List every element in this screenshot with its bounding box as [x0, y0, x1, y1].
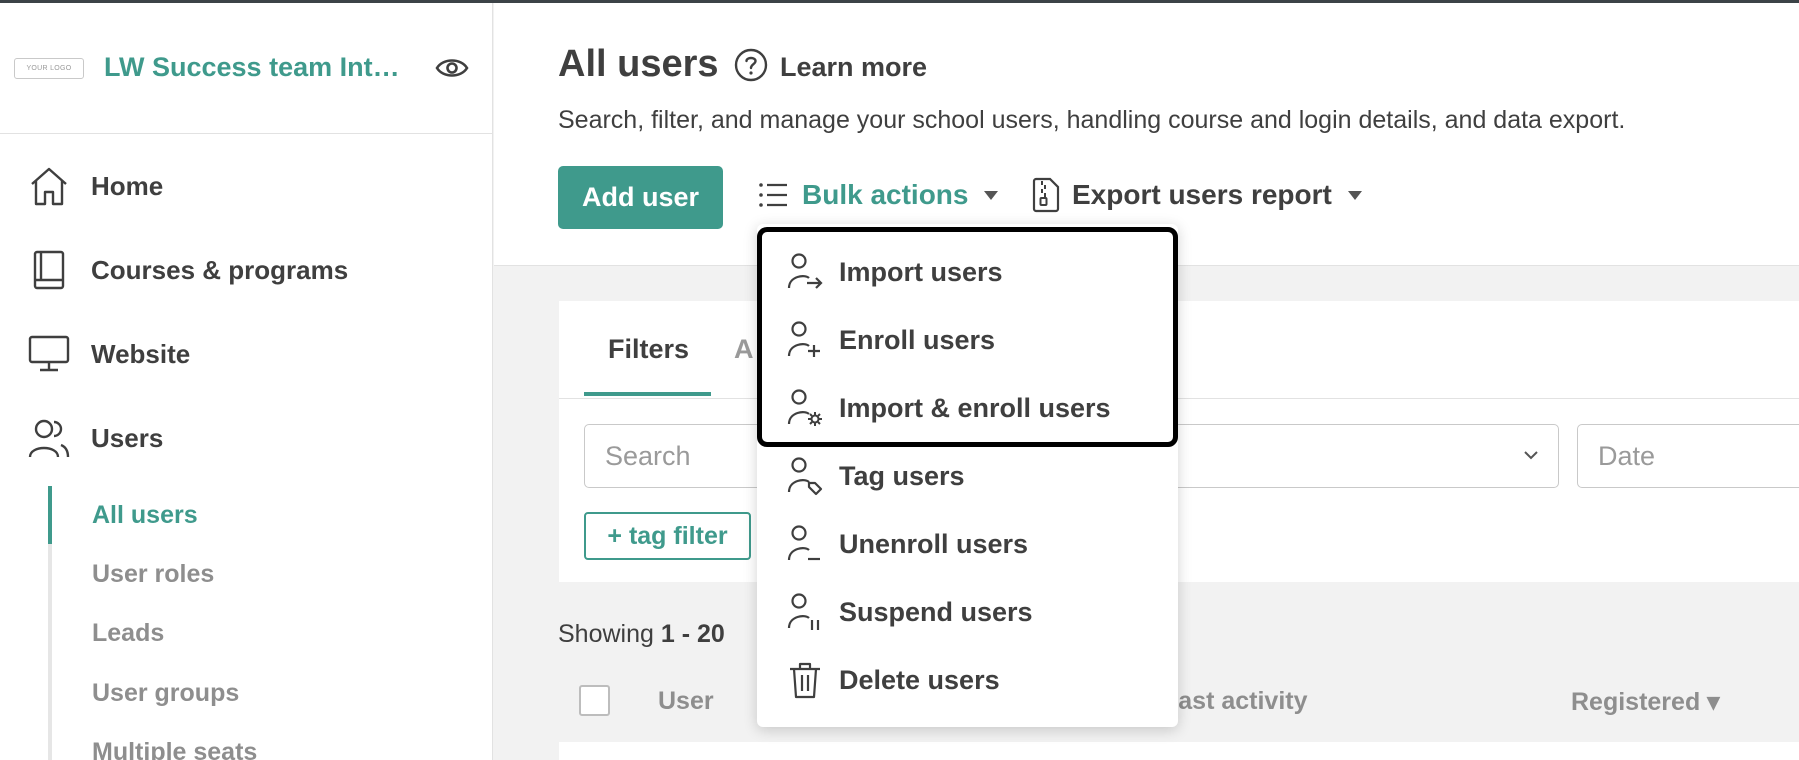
subnav-item-leads[interactable]: Leads	[92, 619, 164, 648]
subnav-item-all-users[interactable]: All users	[92, 501, 198, 530]
showing-range: 1 - 20	[660, 620, 725, 648]
subnav-item-multiple-seats[interactable]: Multiple seats	[92, 738, 257, 760]
users-subnav: All users User roles Leads User groups M…	[48, 486, 488, 760]
sidebar-item-users[interactable]: Users	[28, 417, 163, 459]
sidebar-item-website[interactable]: Website	[28, 333, 190, 375]
trash-icon	[790, 662, 820, 699]
select-all-checkbox[interactable]	[579, 685, 610, 716]
tab-other[interactable]: A	[734, 334, 754, 365]
school-logo[interactable]: YOUR LOGO	[14, 58, 84, 79]
menu-item-tag-users[interactable]: Tag users	[757, 442, 1178, 510]
users-icon	[28, 417, 70, 459]
tag-filter-button[interactable]: + tag filter	[584, 512, 751, 560]
menu-item-delete-users[interactable]: Delete users	[757, 646, 1178, 714]
school-name[interactable]: LW Success team Int…	[104, 52, 400, 83]
zip-file-icon	[1032, 177, 1060, 213]
menu-item-label: Import users	[839, 256, 1003, 287]
menu-item-label: Suspend users	[839, 596, 1033, 627]
user-pause-icon	[787, 593, 820, 630]
bulk-actions-label: Bulk actions	[802, 179, 969, 210]
column-last-activity[interactable]: Last activity	[1163, 687, 1308, 716]
sidebar-item-home[interactable]: Home	[28, 165, 163, 207]
subnav-active-indicator	[48, 486, 52, 544]
subnav-item-user-roles[interactable]: User roles	[92, 560, 214, 589]
sidebar-item-label: Home	[91, 170, 164, 201]
user-remove-icon	[787, 525, 820, 561]
active-tab-indicator	[584, 392, 711, 396]
menu-item-import-enroll-users[interactable]: Import & enroll users	[757, 374, 1178, 442]
tab-filters[interactable]: Filters	[608, 334, 689, 365]
menu-item-label: Unenroll users	[839, 528, 1029, 559]
sidebar-item-label: Website	[91, 338, 191, 369]
caret-down-icon	[1347, 190, 1362, 200]
tab-divider	[559, 398, 1799, 399]
learn-more-link[interactable]: Learn more	[780, 52, 927, 83]
user-settings-icon	[787, 389, 822, 426]
menu-item-label: Delete users	[839, 664, 1000, 695]
sidebar-item-label: Courses & programs	[91, 254, 349, 285]
menu-item-suspend-users[interactable]: Suspend users	[757, 578, 1178, 646]
table-row[interactable]	[559, 742, 1799, 760]
export-users-report-button[interactable]: Export users report	[1032, 177, 1362, 213]
menu-item-unenroll-users[interactable]: Unenroll users	[757, 510, 1178, 578]
subnav-item-user-groups[interactable]: User groups	[92, 679, 239, 708]
menu-item-label: Import & enroll users	[839, 392, 1111, 423]
bulk-actions-menu: Import users Enroll users Import & enrol…	[757, 224, 1178, 727]
bulk-actions-button[interactable]: Bulk actions	[758, 179, 999, 211]
filters-card: Filters A + tag filter	[559, 301, 1799, 582]
home-icon	[28, 165, 70, 207]
showing-count: Showing 1 - 20	[558, 620, 725, 649]
chevron-down-icon	[1524, 451, 1538, 460]
eye-icon[interactable]	[435, 55, 469, 81]
column-registered[interactable]: Registered ▾	[1571, 687, 1720, 717]
monitor-icon	[28, 333, 70, 375]
caret-down-icon	[984, 190, 999, 200]
add-user-button[interactable]: Add user	[558, 166, 723, 229]
page-title: All users	[558, 43, 719, 85]
table-header: User Last activity Registered ▾	[559, 670, 1799, 730]
book-icon	[28, 249, 70, 291]
user-tag-icon	[787, 457, 823, 496]
user-add-icon	[787, 321, 820, 357]
column-user[interactable]: User	[658, 687, 714, 716]
list-icon	[759, 183, 787, 207]
sidebar-item-courses[interactable]: Courses & programs	[28, 249, 348, 291]
menu-item-label: Enroll users	[839, 324, 996, 355]
user-import-icon	[787, 253, 823, 289]
menu-item-import-users[interactable]: Import users	[757, 238, 1178, 306]
showing-prefix: Showing	[558, 620, 661, 648]
sidebar-item-label: Users	[91, 422, 164, 453]
date-input[interactable]	[1577, 424, 1799, 488]
export-label: Export users report	[1072, 179, 1332, 210]
question-circle-icon[interactable]	[734, 48, 768, 82]
page-subtitle: Search, filter, and manage your school u…	[558, 106, 1626, 134]
menu-item-enroll-users[interactable]: Enroll users	[757, 306, 1178, 374]
menu-item-label: Tag users	[839, 460, 965, 491]
sidebar-header: YOUR LOGO LW Success team Int…	[0, 3, 492, 134]
sidebar: YOUR LOGO LW Success team Int… Home Cour…	[0, 3, 493, 760]
